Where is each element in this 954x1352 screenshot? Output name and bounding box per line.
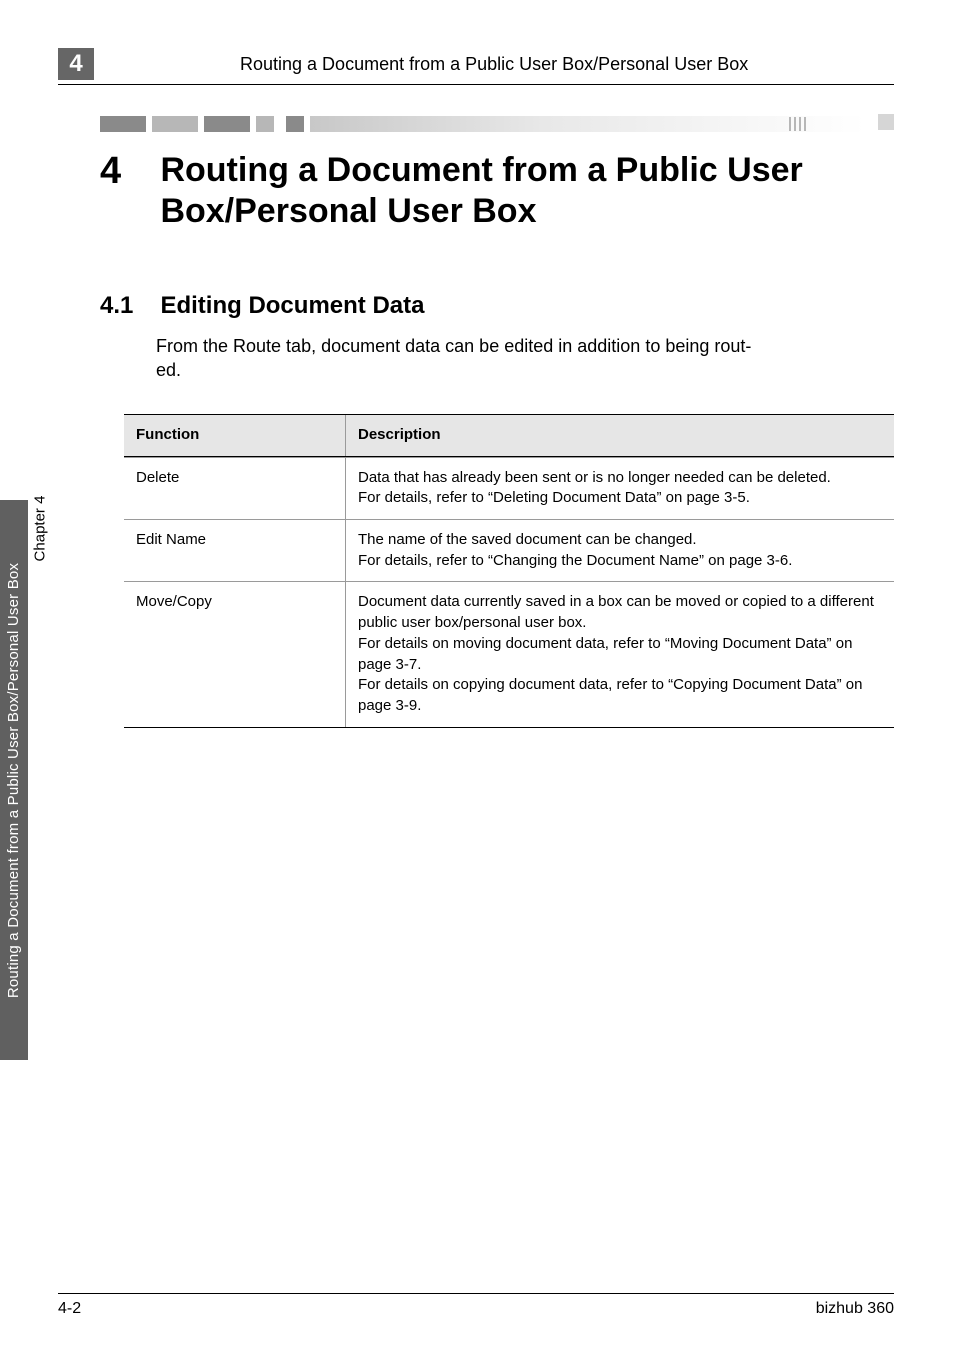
table-cell-description: Data that has already been sent or is no… [346, 458, 894, 519]
body-line-2: ed. [156, 360, 181, 380]
table-header-description: Description [346, 415, 894, 456]
chapter-title-number: 4 [100, 150, 156, 193]
table-header-row: Function Description [124, 415, 894, 457]
table-cell-function: Edit Name [124, 520, 346, 581]
table-row: Delete Data that has already been sent o… [124, 457, 894, 519]
section-title: Editing Document Data [160, 292, 424, 320]
table-cell-function: Delete [124, 458, 346, 519]
body-paragraph: From the Route tab, document data can be… [156, 334, 894, 383]
chapter-title: 4 Routing a Document from a Public User … [100, 150, 894, 233]
section-heading: 4.1 Editing Document Data [100, 292, 894, 320]
running-head: Routing a Document from a Public User Bo… [240, 54, 894, 75]
side-tab-text: Routing a Document from a Public User Bo… [6, 562, 23, 997]
table-row: Edit Name The name of the saved document… [124, 519, 894, 581]
chapter-number-badge: 4 [58, 48, 94, 80]
side-chapter-label-wrap: Chapter 4 [30, 520, 50, 680]
decorative-bar [100, 114, 894, 132]
table-header-function: Function [124, 415, 346, 456]
functions-table: Function Description Delete Data that ha… [124, 414, 894, 728]
section-number: 4.1 [100, 292, 156, 320]
page: 4 Routing a Document from a Public User … [0, 0, 954, 1352]
chapter-title-text: Routing a Document from a Public User Bo… [160, 150, 880, 233]
table-row: Move/Copy Document data currently saved … [124, 581, 894, 726]
side-chapter-label: Chapter 4 [32, 496, 49, 562]
header: 4 Routing a Document from a Public User … [0, 40, 954, 84]
table-cell-description: Document data currently saved in a box c… [346, 582, 894, 726]
table-cell-description: The name of the saved document can be ch… [346, 520, 894, 581]
table-cell-function: Move/Copy [124, 582, 346, 726]
footer-rule [58, 1293, 894, 1294]
footer-page-number: 4-2 [58, 1300, 81, 1318]
footer-model: bizhub 360 [816, 1300, 894, 1318]
body-line-1: From the Route tab, document data can be… [156, 336, 751, 356]
side-tab-text-wrap: Routing a Document from a Public User Bo… [0, 500, 28, 1060]
decorative-right-block [878, 114, 894, 130]
header-rule [58, 84, 894, 85]
